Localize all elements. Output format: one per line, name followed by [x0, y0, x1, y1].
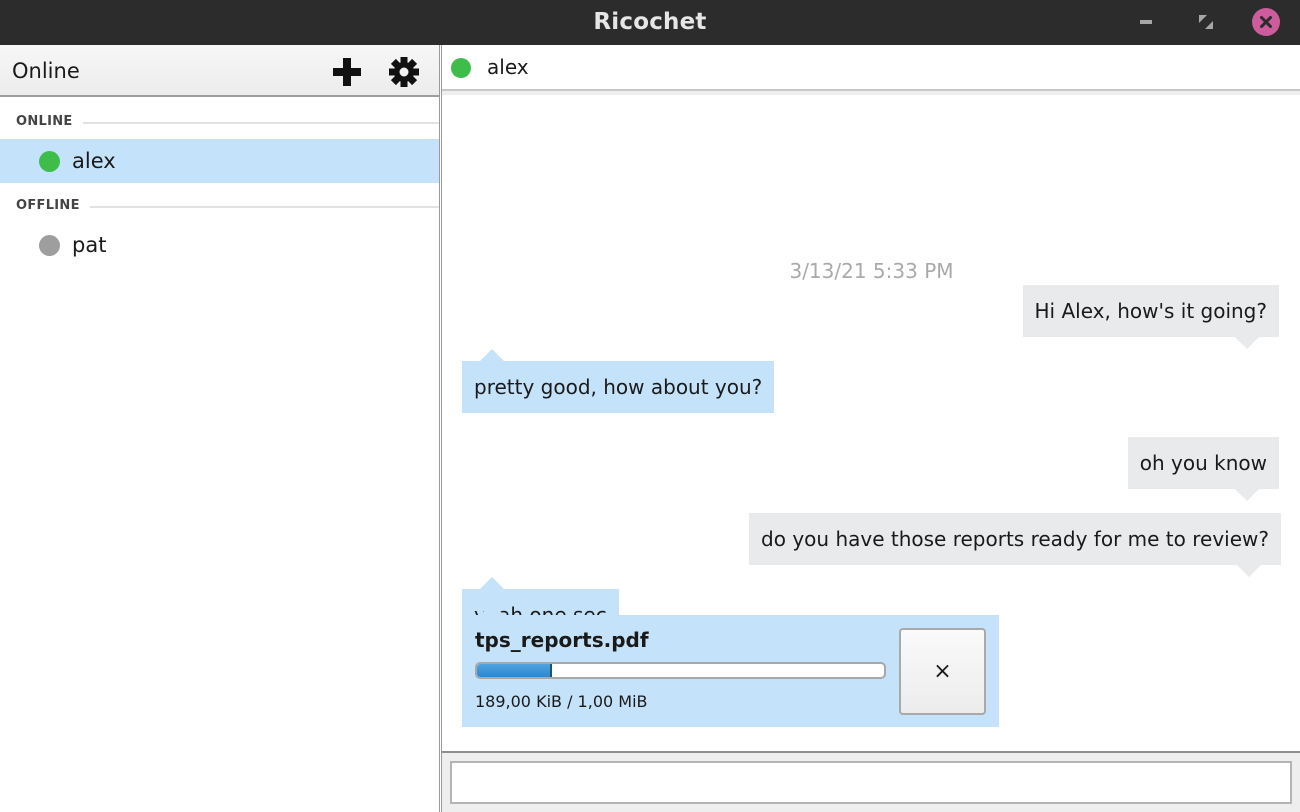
cancel-transfer-button[interactable]: × — [899, 628, 986, 715]
close-icon — [1260, 16, 1272, 28]
message-list[interactable]: 3/13/21 5:33 PM Hi Alex, how's it going?… — [442, 95, 1300, 751]
contact-item-alex[interactable]: alex — [0, 139, 439, 183]
file-transfer-item: tps_reports.pdf 189,00 KiB / 1,00 MiB × — [462, 603, 999, 727]
section-offline: OFFLINE — [0, 183, 439, 229]
add-contact-button[interactable] — [330, 55, 364, 89]
message-outgoing: Hi Alex, how's it going? — [1022, 285, 1279, 349]
message-outgoing: do you have those reports ready for me t… — [749, 513, 1281, 577]
contact-name: pat — [72, 233, 107, 257]
message-outgoing: oh you know — [1127, 437, 1279, 501]
message-incoming: pretty good, how about you? — [462, 349, 775, 413]
message-timestamp: 3/13/21 5:33 PM — [789, 259, 954, 283]
transfer-progress-bar — [475, 662, 886, 679]
composer-area — [442, 751, 1300, 812]
online-status-icon — [451, 58, 471, 78]
close-icon: × — [933, 659, 952, 684]
close-button[interactable] — [1251, 7, 1281, 37]
online-status-icon — [39, 151, 60, 172]
connection-status-label[interactable]: Online — [12, 45, 80, 97]
minimize-button[interactable] — [1131, 7, 1161, 37]
sidebar-header: Online — [0, 45, 439, 97]
contacts-sidebar: Online ONLINE alex OFFLINE pat — [0, 45, 440, 812]
window-title: Ricochet — [593, 9, 707, 35]
transfer-size-text: 189,00 KiB / 1,00 MiB — [475, 692, 648, 711]
maximize-button[interactable] — [1191, 7, 1221, 37]
settings-button[interactable] — [387, 55, 421, 89]
chat-pane: alex 3/13/21 5:33 PM Hi Alex, how's it g… — [441, 45, 1300, 812]
window-titlebar: Ricochet — [0, 0, 1300, 45]
plus-icon — [333, 58, 361, 86]
gear-icon — [389, 57, 419, 87]
minimize-icon — [1140, 20, 1152, 24]
message-input[interactable] — [450, 761, 1292, 804]
contact-item-pat[interactable]: pat — [0, 223, 439, 267]
maximize-icon — [1199, 15, 1213, 29]
file-name: tps_reports.pdf — [475, 628, 649, 652]
section-online: ONLINE — [0, 99, 439, 145]
offline-status-icon — [39, 235, 60, 256]
transfer-progress-fill — [477, 664, 553, 677]
contact-name: alex — [72, 149, 116, 173]
chat-header: alex — [442, 45, 1300, 91]
chat-contact-name: alex — [487, 55, 529, 79]
